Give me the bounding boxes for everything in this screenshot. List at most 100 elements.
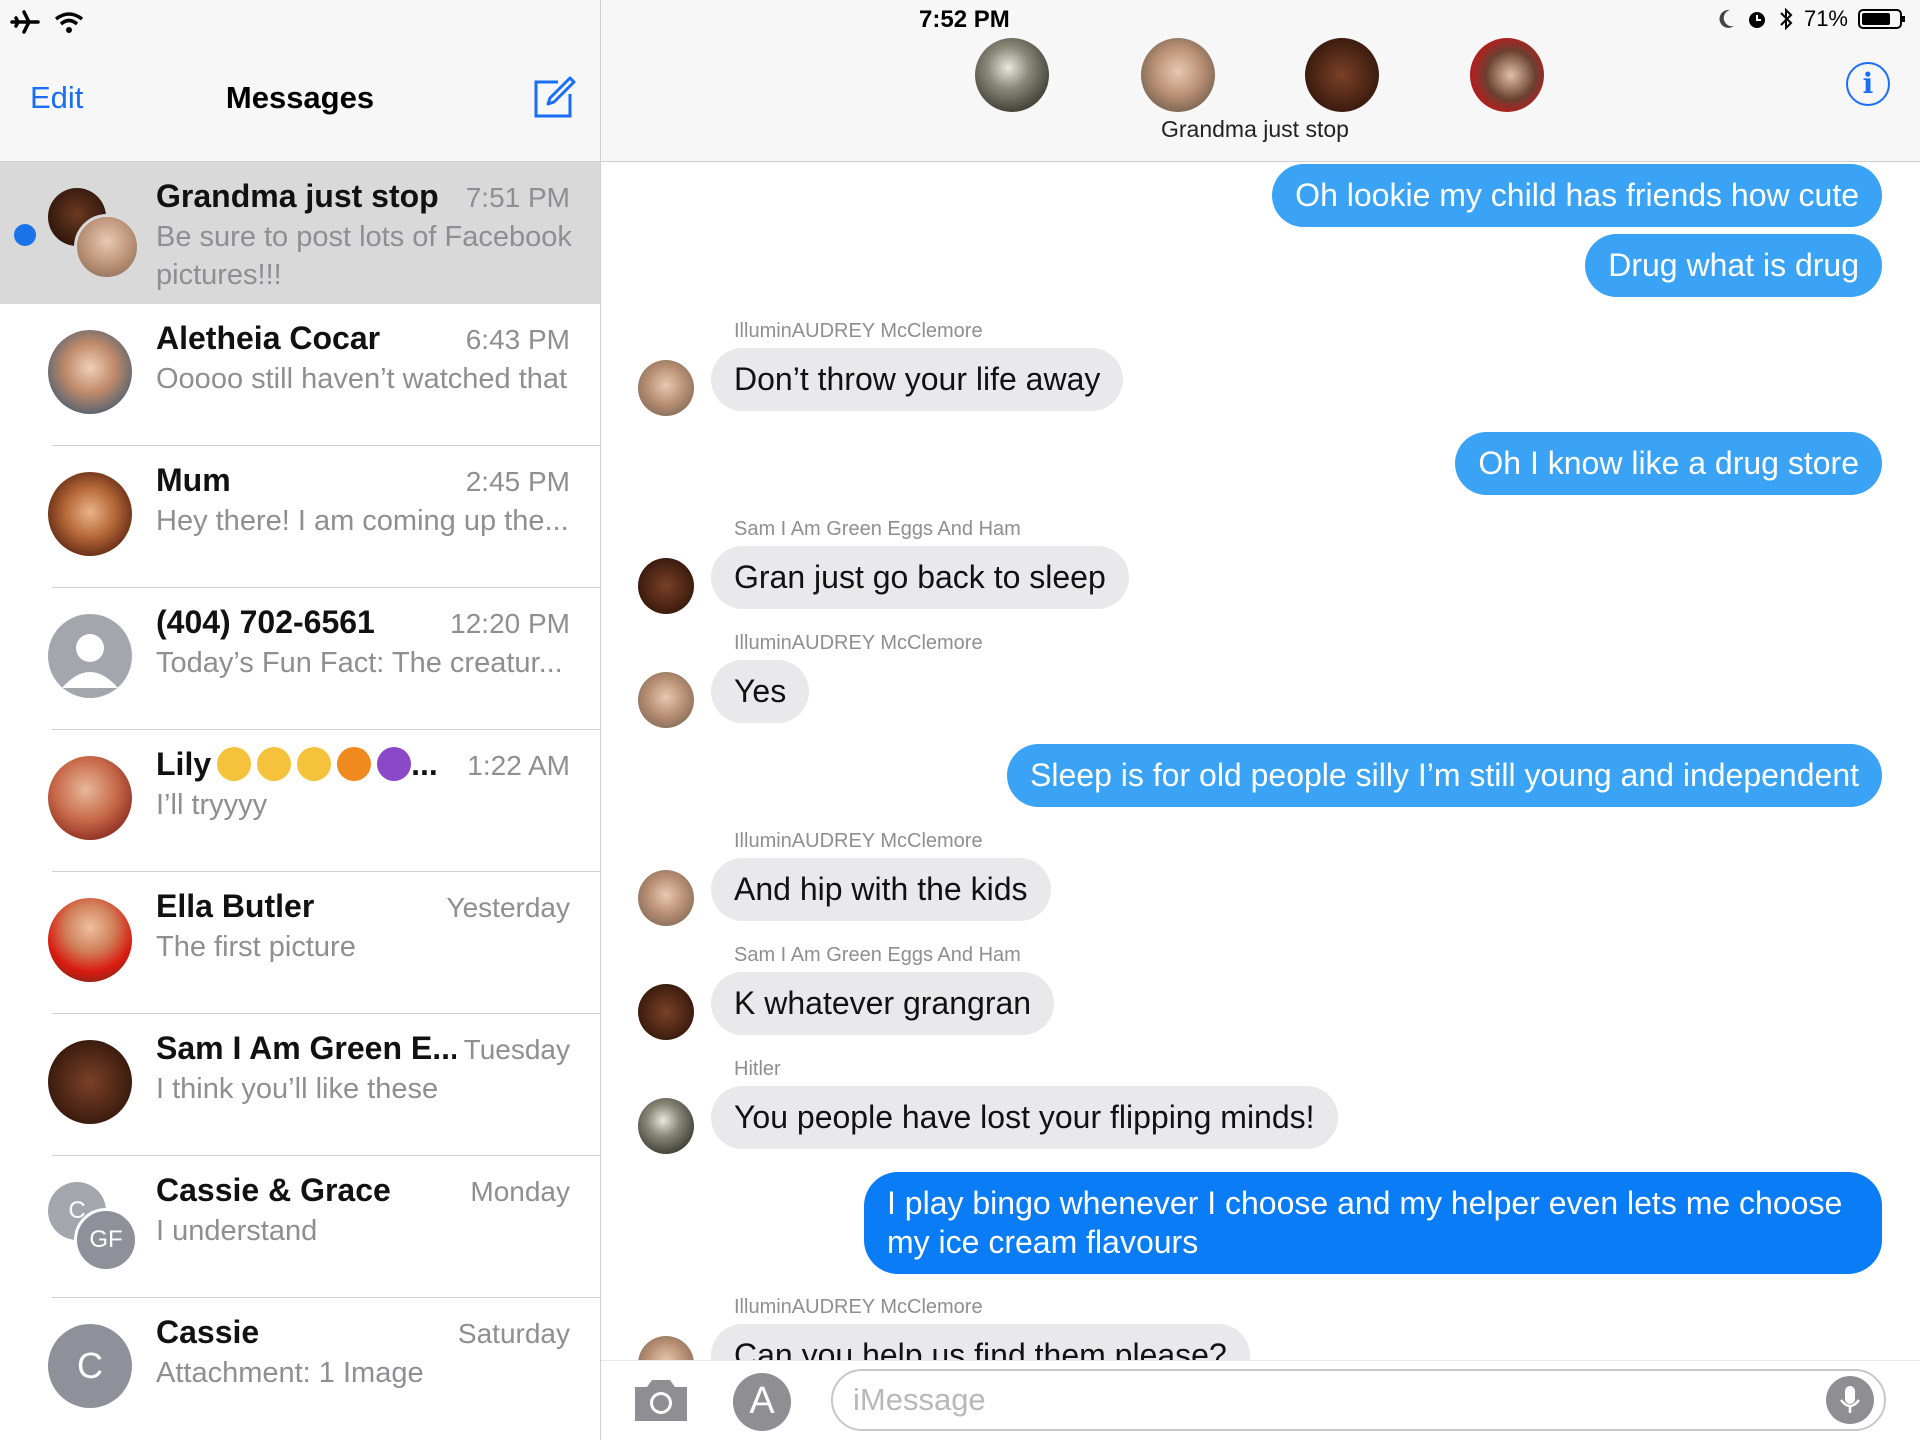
avatar <box>48 614 132 698</box>
sender-avatar <box>638 984 694 1040</box>
input-bar: A <box>601 1360 1920 1440</box>
avatar <box>48 188 140 280</box>
conversation-time: 7:51 PM <box>465 182 570 213</box>
wifi-icon <box>54 12 84 33</box>
status-bar-left <box>10 4 84 40</box>
avatar <box>48 898 132 982</box>
conversation-row-grandma-just-stop[interactable]: Grandma just stop 7:51 PM Be sure to pos… <box>0 162 600 304</box>
message-bubble-incoming[interactable]: K whatever grangran <box>711 972 1055 1035</box>
sidebar-header: Edit Messages <box>0 40 600 162</box>
tongue-face-icon <box>257 747 292 781</box>
conversation-preview: Be sure to post lots of Facebook picture… <box>156 221 572 291</box>
conversation-preview: I think you’ll like these <box>156 1073 439 1105</box>
conversation-name: (404) 702-6561 <box>156 604 375 640</box>
jack-o-lantern-icon <box>337 747 372 781</box>
sender-avatar <box>638 870 694 926</box>
info-button[interactable]: i <box>1846 62 1890 106</box>
conversation-row-cassie[interactable]: C Cassie Saturday Attachment: 1 Image <box>0 1298 600 1440</box>
name-ellipsis: ... <box>411 746 438 782</box>
conversation-preview: I understand <box>156 1215 318 1247</box>
participant-avatar-audrey[interactable] <box>1141 38 1215 112</box>
conversation-list: Grandma just stop 7:51 PM Be sure to pos… <box>0 162 600 1440</box>
contact-name: Lily <box>156 746 212 782</box>
squinting-face-icon <box>217 747 252 781</box>
sender-name: Hitler <box>734 1058 781 1080</box>
message-bubble-outgoing[interactable]: Oh lookie my child has friends how cute <box>1272 164 1882 227</box>
conversation-name: Cassie & Grace <box>156 1172 391 1208</box>
avatar <box>48 1040 132 1124</box>
status-bar-right: 71% <box>1718 6 1906 32</box>
camera-button[interactable] <box>631 1375 691 1425</box>
airplane-icon <box>10 10 40 34</box>
conversation-pane: 7:52 PM 71% Grandma just stop i Oh looki… <box>601 0 1920 1440</box>
message-bubble-incoming[interactable]: And hip with the kids <box>711 858 1051 921</box>
conversation-name: Cassie <box>156 1314 260 1350</box>
message-input[interactable] <box>831 1369 1886 1431</box>
conversation-time: Tuesday <box>463 1034 570 1065</box>
sender-name: IlluminAUDREY McClemore <box>734 830 983 852</box>
conversation-time: Monday <box>470 1176 570 1207</box>
conversation-row-cassie-and-grace[interactable]: C GF Cassie & Grace Monday I understand <box>0 1156 600 1298</box>
conversation-row-sam-i-am[interactable]: Sam I Am Green E... Tuesday I think you’… <box>0 1014 600 1156</box>
group-name[interactable]: Grandma just stop <box>1161 116 1349 143</box>
message-bubble-outgoing[interactable]: Drug what is drug <box>1585 234 1882 297</box>
avatar-initials-secondary: GF <box>74 1208 138 1272</box>
microphone-icon <box>1840 1386 1860 1413</box>
sender-name: IlluminAUDREY McClemore <box>734 1296 983 1318</box>
conversation-sidebar: Edit Messages Grandma just stop 7:51 PM … <box>0 0 601 1440</box>
conversation-name: Lily... <box>156 746 438 783</box>
conversation-time: 1:22 AM <box>467 750 570 781</box>
bluetooth-icon <box>1780 7 1793 31</box>
app-store-button[interactable]: A <box>733 1373 791 1431</box>
message-bubble-outgoing[interactable]: Sleep is for old people silly I’m still … <box>1007 744 1882 807</box>
message-bubble-incoming[interactable]: Gran just go back to sleep <box>711 546 1129 609</box>
avatar: C GF <box>48 1182 138 1272</box>
conversation-row-mum[interactable]: Mum 2:45 PM Hey there! I am coming up th… <box>0 446 600 588</box>
sender-avatar <box>638 558 694 614</box>
participant-avatar-fourth[interactable] <box>1470 38 1544 112</box>
avatar <box>48 756 132 840</box>
conversation-name: Mum <box>156 462 231 498</box>
alarm-icon <box>1748 12 1765 28</box>
microphone-button[interactable] <box>1826 1376 1874 1424</box>
sender-name: IlluminAUDREY McClemore <box>734 320 983 342</box>
participant-avatar-hitler[interactable] <box>975 38 1049 112</box>
conversation-row-phone-number[interactable]: (404) 702-6561 12:20 PM Today’s Fun Fact… <box>0 588 600 730</box>
sender-avatar <box>638 1336 694 1360</box>
avatar <box>48 330 132 414</box>
avatar-initials: C <box>77 1345 103 1386</box>
avatar <box>48 472 132 556</box>
smiling-devil-icon <box>377 747 412 781</box>
compose-icon <box>534 76 576 118</box>
sender-avatar <box>638 672 694 728</box>
person-icon <box>62 634 118 688</box>
message-bubble-incoming[interactable]: You people have lost your flipping minds… <box>711 1086 1338 1149</box>
conversation-row-ella-butler[interactable]: Ella Butler Yesterday The first picture <box>0 872 600 1014</box>
conversation-header: 7:52 PM 71% Grandma just stop i <box>601 0 1920 162</box>
sender-avatar <box>638 1098 694 1154</box>
message-thread[interactable]: Oh lookie my child has friends how cute … <box>601 162 1920 1360</box>
conversation-time: 6:43 PM <box>465 324 570 355</box>
sender-name: IlluminAUDREY McClemore <box>734 632 983 654</box>
conversation-time: Yesterday <box>446 892 571 923</box>
sender-name: Sam I Am Green Eggs And Ham <box>734 518 1021 540</box>
page-title: Messages <box>225 80 375 115</box>
conversation-preview: Today’s Fun Fact: The creatur... <box>156 647 563 679</box>
conversation-row-aletheia-cocar[interactable]: Aletheia Cocar 6:43 PM Ooooo still haven… <box>0 304 600 446</box>
message-bubble-outgoing[interactable]: I play bingo whenever I choose and my he… <box>864 1172 1882 1274</box>
moon-icon <box>1719 9 1734 28</box>
avatar: C <box>48 1324 132 1408</box>
message-bubble-incoming[interactable]: Can you help us find them please? <box>711 1324 1250 1360</box>
conversation-time: 2:45 PM <box>465 466 570 497</box>
unread-indicator <box>14 224 36 246</box>
conversation-row-lily[interactable]: Lily... 1:22 AM I’ll tryyyy <box>0 730 600 872</box>
conversation-preview: The first picture <box>156 931 356 963</box>
message-bubble-incoming[interactable]: Don’t throw your life away <box>711 348 1124 411</box>
conversation-name: Sam I Am Green E... <box>156 1030 456 1066</box>
message-bubble-incoming[interactable]: Yes <box>711 660 810 723</box>
message-bubble-outgoing[interactable]: Oh I know like a drug store <box>1455 432 1882 495</box>
conversation-time: Saturday <box>457 1318 570 1349</box>
participant-avatar-sam[interactable] <box>1305 38 1379 112</box>
compose-button[interactable] <box>532 76 576 120</box>
conversation-preview: I’ll tryyyy <box>156 789 268 821</box>
